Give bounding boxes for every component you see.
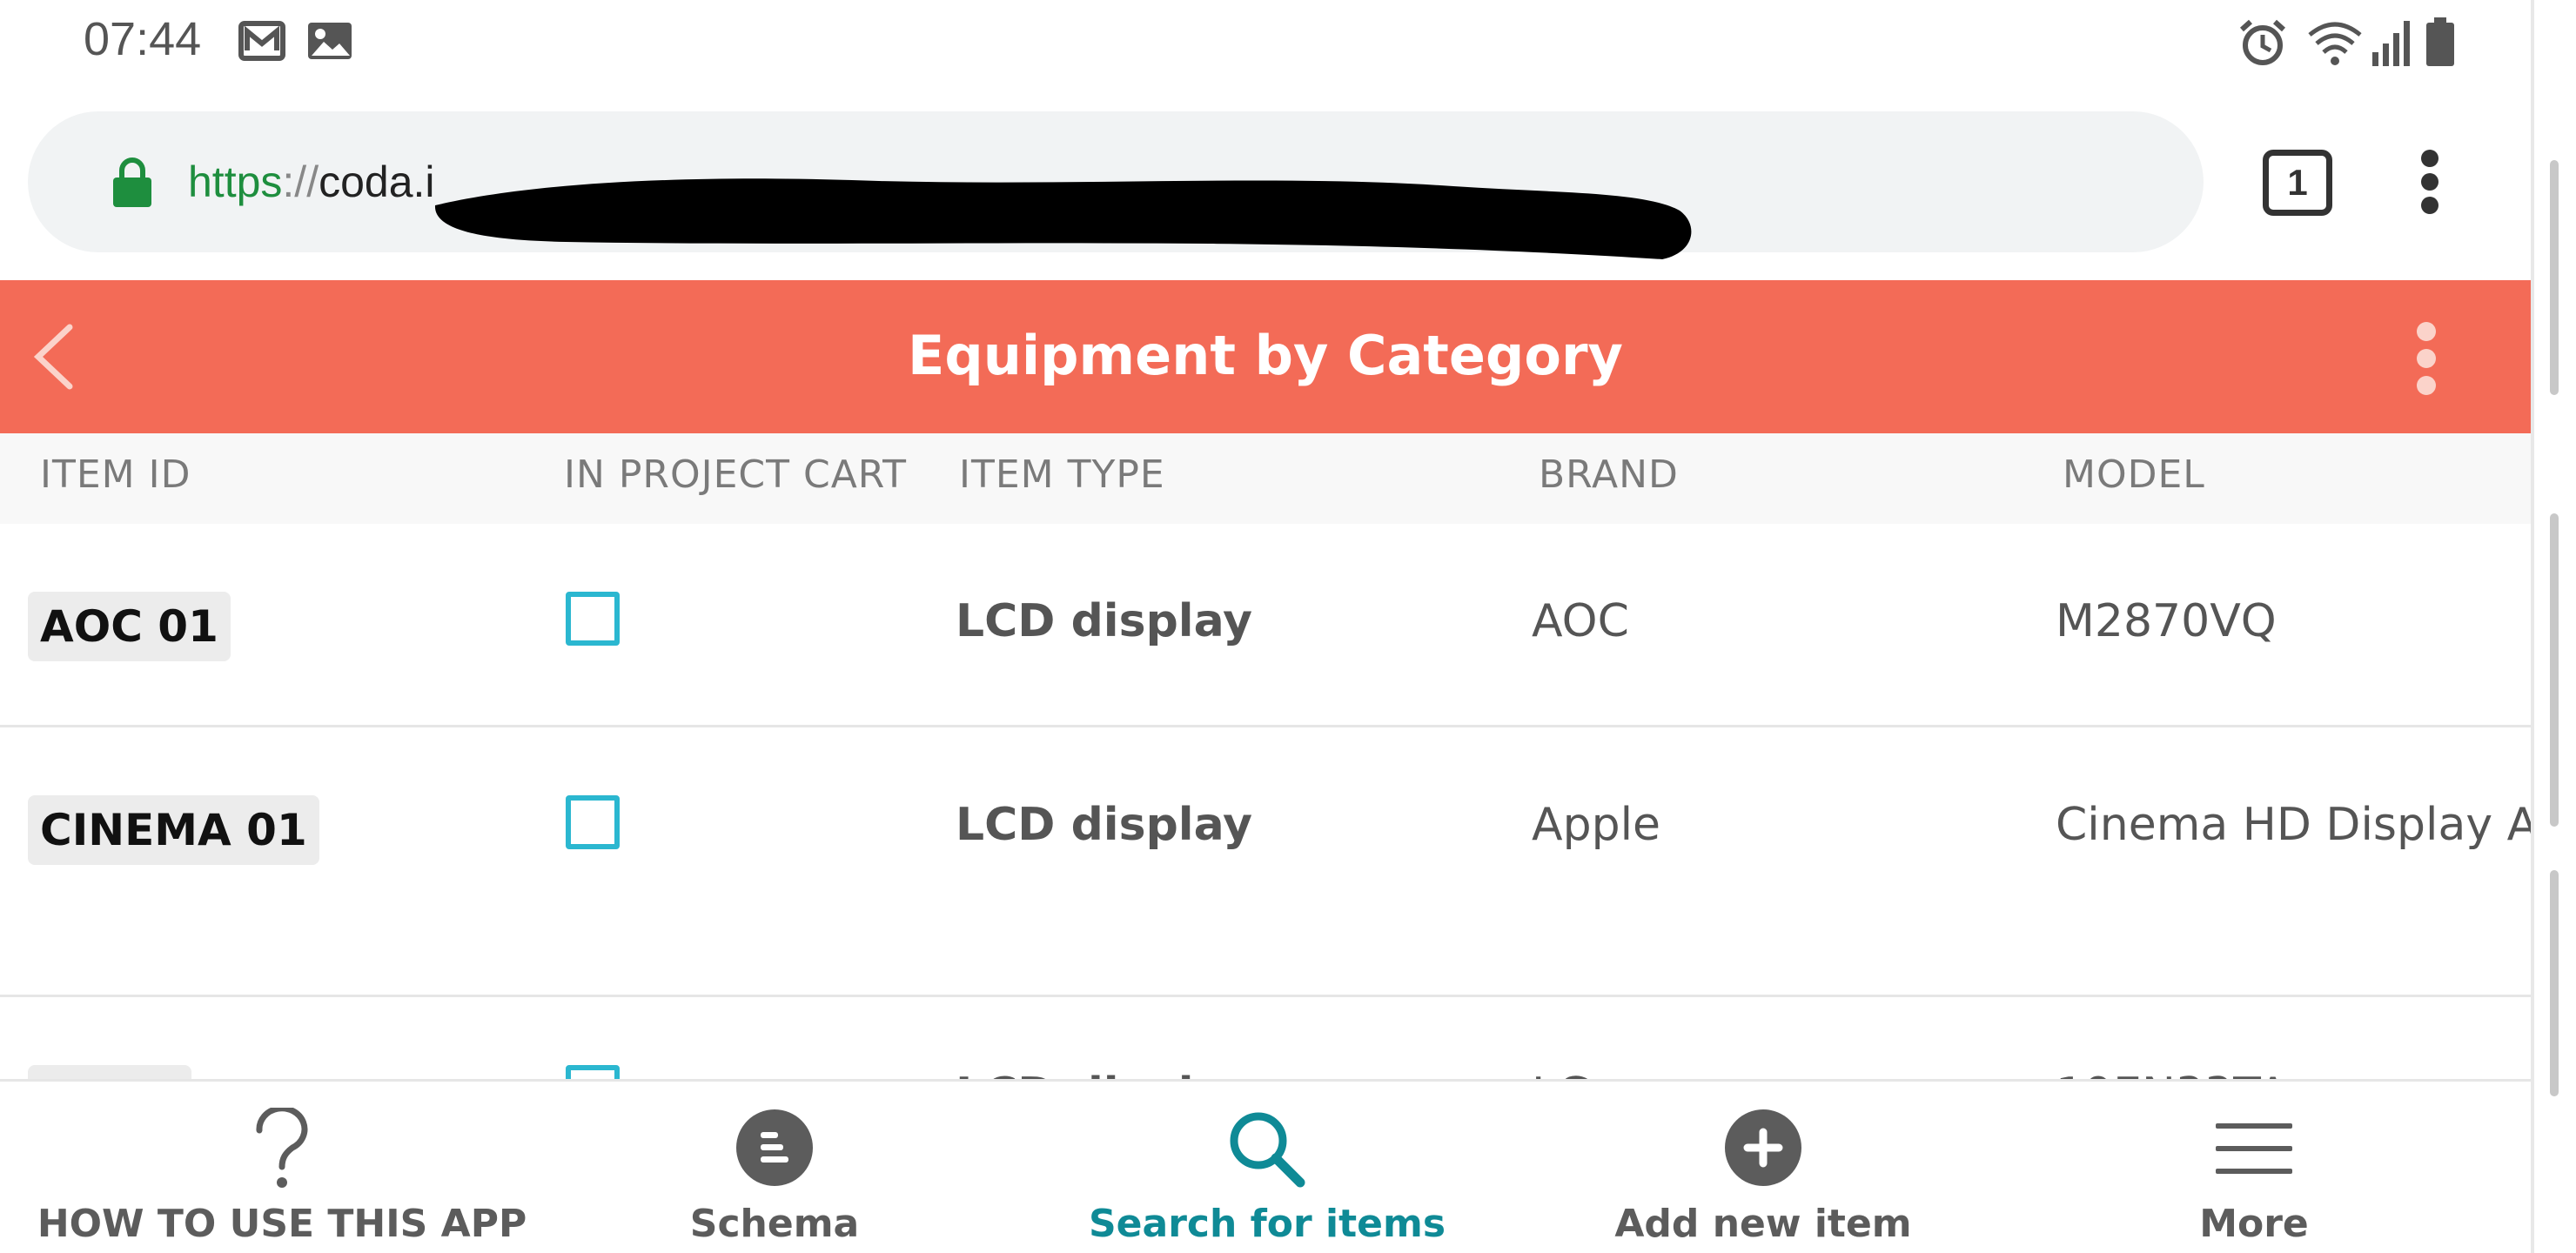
question-mark-icon bbox=[256, 1108, 308, 1188]
table-row[interactable]: LG 01 LCD display LG 19EN33TA bbox=[0, 997, 2531, 1079]
column-header-in-project-cart[interactable]: IN PROJECT CART bbox=[564, 452, 907, 497]
brand-cell: LG bbox=[1532, 1069, 1592, 1079]
nav-add-new-item[interactable]: Add new item bbox=[1511, 1082, 2016, 1253]
wifi-icon bbox=[2308, 22, 2362, 65]
schema-icon bbox=[736, 1109, 813, 1186]
column-header-model[interactable]: MODEL bbox=[2063, 452, 2205, 497]
lock-icon bbox=[113, 157, 151, 207]
gmail-icon bbox=[238, 21, 285, 61]
bottom-navigation: HOW TO USE THIS APP Schema Search for it… bbox=[0, 1079, 2531, 1253]
menu-icon bbox=[2216, 1123, 2292, 1174]
model-cell: Cinema HD Display A1 bbox=[2056, 799, 2531, 851]
add-circle-icon bbox=[1725, 1109, 1801, 1186]
page-title: Equipment by Category bbox=[908, 324, 1623, 387]
nav-label: Add new item bbox=[1614, 1202, 1912, 1246]
column-header-brand[interactable]: BRAND bbox=[1539, 452, 1679, 497]
url-scheme: https bbox=[188, 157, 283, 206]
nav-label: HOW TO USE THIS APP bbox=[37, 1202, 527, 1246]
in-cart-checkbox[interactable] bbox=[566, 795, 620, 849]
nav-how-to-use[interactable]: HOW TO USE THIS APP bbox=[30, 1082, 534, 1253]
item-id-chip[interactable]: CINEMA 01 bbox=[28, 795, 319, 865]
nav-label: More bbox=[2199, 1202, 2309, 1246]
model-cell: 19EN33TA bbox=[2056, 1069, 2288, 1079]
nav-search-for-items[interactable]: Search for items bbox=[1015, 1082, 1519, 1253]
signal-icon bbox=[2372, 21, 2410, 66]
brand-cell: Apple bbox=[1532, 799, 1661, 851]
nav-label: Search for items bbox=[1088, 1202, 1446, 1246]
nav-more[interactable]: More bbox=[2002, 1082, 2506, 1253]
url-separator: :// bbox=[282, 157, 319, 206]
nav-label: Schema bbox=[689, 1202, 860, 1246]
browser-menu-icon[interactable] bbox=[2419, 150, 2440, 214]
table-row[interactable]: CINEMA 01 LCD display Apple Cinema HD Di… bbox=[0, 727, 2531, 997]
more-vert-icon[interactable] bbox=[2414, 322, 2440, 395]
alarm-icon bbox=[2239, 19, 2286, 65]
battery-icon bbox=[2426, 17, 2454, 66]
model-cell: M2870VQ bbox=[2056, 595, 2277, 647]
brand-cell: AOC bbox=[1532, 595, 1629, 647]
item-type-cell: LCD display bbox=[956, 595, 1252, 647]
tab-switcher-button[interactable]: 1 bbox=[2263, 150, 2332, 216]
search-icon bbox=[1230, 1112, 1305, 1188]
app-header: Equipment by Category bbox=[0, 280, 2531, 433]
redaction-scribble bbox=[434, 178, 1692, 259]
item-id-chip[interactable]: AOC 01 bbox=[28, 592, 231, 661]
table-row[interactable]: AOC 01 LCD display AOC M2870VQ bbox=[0, 524, 2531, 727]
item-type-cell: LCD display bbox=[956, 1069, 1252, 1079]
item-type-cell: LCD display bbox=[956, 799, 1252, 851]
url-host: coda.i bbox=[319, 157, 435, 206]
url-text[interactable]: https://coda.i bbox=[188, 157, 435, 207]
status-bar: 07:44 bbox=[0, 0, 2531, 85]
status-time: 07:44 bbox=[84, 13, 202, 65]
scrollbar-thumb[interactable] bbox=[2550, 513, 2559, 827]
nav-schema[interactable]: Schema bbox=[522, 1082, 1027, 1253]
scrollbar-thumb[interactable] bbox=[2550, 870, 2559, 1096]
column-header-item-type[interactable]: ITEM TYPE bbox=[959, 452, 1165, 497]
table-header: ITEM ID IN PROJECT CART ITEM TYPE BRAND … bbox=[0, 433, 2531, 524]
image-icon bbox=[308, 23, 352, 59]
in-cart-checkbox[interactable] bbox=[566, 1065, 620, 1079]
column-header-item-id[interactable]: ITEM ID bbox=[40, 452, 191, 497]
scrollbar-thumb[interactable] bbox=[2550, 160, 2559, 395]
in-cart-checkbox[interactable] bbox=[566, 592, 620, 646]
scrollbar-track bbox=[2531, 0, 2576, 1253]
item-id-chip[interactable]: LG 01 bbox=[28, 1065, 191, 1079]
